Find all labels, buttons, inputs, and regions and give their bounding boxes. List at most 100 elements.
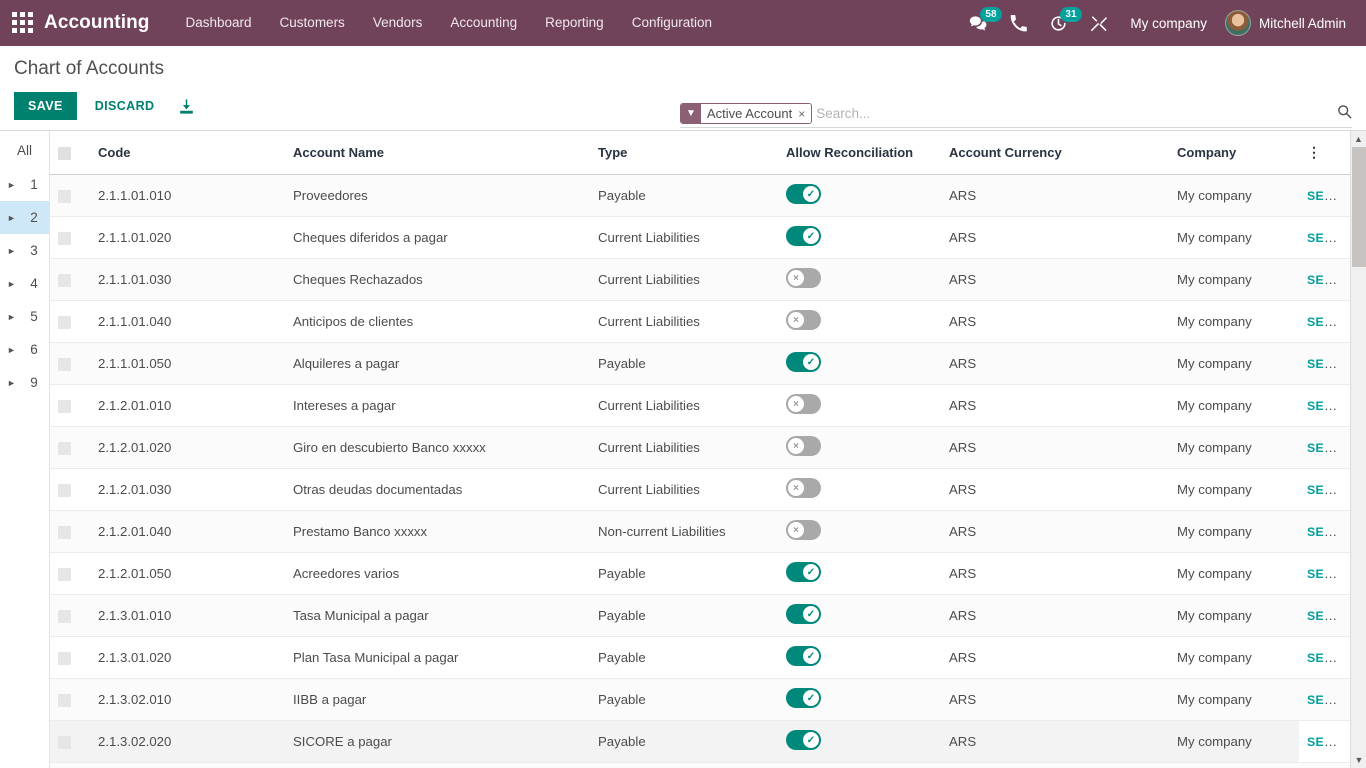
cell-code[interactable]: 2.1.1.01.020 (90, 216, 285, 260)
search-input[interactable] (816, 106, 1329, 121)
row-checkbox[interactable] (58, 358, 71, 372)
menu-item-accounting[interactable]: Accounting (436, 0, 531, 46)
row-checkbox[interactable] (58, 274, 71, 288)
search-facet-active-account[interactable]: ▼ Active Account × (680, 103, 813, 124)
cell-type[interactable]: Payable (590, 174, 778, 218)
cell-code[interactable]: 2.1.3.02.020 (90, 720, 285, 764)
chevron-down-icon[interactable]: ▼ (1351, 752, 1366, 768)
phone-button[interactable] (999, 0, 1038, 46)
cell-currency[interactable]: ARS (941, 174, 1169, 218)
select-all-checkbox[interactable] (58, 147, 71, 161)
menu-item-vendors[interactable]: Vendors (359, 0, 437, 46)
cell-account-name[interactable]: Plan Tasa Municipal a pagar (285, 636, 590, 680)
cell-type[interactable]: Current Liabilities (590, 762, 778, 768)
menu-item-reporting[interactable]: Reporting (531, 0, 618, 46)
cell-company[interactable]: My company (1169, 510, 1299, 554)
reconciliation-toggle[interactable]: ✓ (786, 604, 821, 625)
cell-account-name[interactable]: Giro en descubierto Banco xxxxx (285, 426, 590, 470)
column-header-currency[interactable]: Account Currency (941, 131, 1169, 176)
column-header-name[interactable]: Account Name (285, 131, 590, 176)
developer-tools-button[interactable] (1079, 0, 1118, 46)
column-header-type[interactable]: Type (590, 131, 778, 176)
setup-button[interactable]: SETUP (1307, 566, 1350, 581)
cell-account-name[interactable]: Intereses a pagar (285, 384, 590, 428)
table-row[interactable]: 2.1.1.01.010 Proveedores Payable ✓ ARS My com… (50, 174, 1350, 218)
table-row[interactable]: 2.1.1.01.040 Anticipos de clientes Current… (50, 300, 1350, 344)
close-x-icon[interactable]: × (798, 104, 812, 123)
setup-button[interactable]: SETUP (1307, 440, 1350, 455)
row-checkbox[interactable] (58, 442, 71, 456)
sidebar-item-9[interactable]: ► 9 (0, 366, 49, 399)
cell-account-name[interactable]: Proveedores (285, 174, 590, 218)
row-checkbox[interactable] (58, 610, 71, 624)
reconciliation-toggle[interactable]: ✓ (786, 646, 821, 667)
cell-company[interactable]: My company (1169, 678, 1299, 722)
cell-company[interactable]: My company (1169, 300, 1299, 344)
import-download-icon[interactable] (178, 98, 195, 115)
column-header-reconciliation[interactable]: Allow Reconciliation (778, 131, 941, 176)
cell-code[interactable]: 2.1.2.01.030 (90, 468, 285, 512)
cell-account-name[interactable]: Otras deudas documentadas (285, 468, 590, 512)
setup-button[interactable]: SETUP (1307, 230, 1350, 245)
cell-account-name[interactable]: Retención IIBB CABA aplicada (285, 762, 590, 768)
cell-currency[interactable]: ARS (941, 258, 1169, 302)
column-header-code[interactable]: Code (90, 131, 285, 176)
setup-button[interactable]: SETUP (1307, 272, 1350, 287)
activities-button[interactable]: 31 (1038, 0, 1082, 46)
cell-currency[interactable]: ARS (941, 384, 1169, 428)
cell-account-name[interactable]: Cheques Rechazados (285, 258, 590, 302)
table-row[interactable]: 2.1.3.01.010 Tasa Municipal a pagar Payabl… (50, 594, 1350, 638)
cell-type[interactable]: Current Liabilities (590, 258, 778, 302)
cell-currency[interactable]: ARS (941, 300, 1169, 344)
table-row[interactable]: 2.1.2.01.020 Giro en descubierto Banco xx… (50, 426, 1350, 470)
cell-type[interactable]: Payable (590, 552, 778, 596)
setup-button[interactable]: SETUP (1307, 734, 1350, 749)
reconciliation-toggle[interactable]: ✓ (786, 688, 821, 709)
vertical-dots-options-icon[interactable]: ⋮ (1307, 144, 1321, 160)
cell-account-name[interactable]: Cheques diferidos a pagar (285, 216, 590, 260)
table-row[interactable]: 2.1.2.01.050 Acreedores varios Payable ✓ ARS… (50, 552, 1350, 596)
table-row[interactable]: 2.1.1.01.050 Alquileres a pagar Payable ✓ AR… (50, 342, 1350, 386)
messages-button[interactable]: 58 (958, 0, 1002, 46)
chevron-up-icon[interactable]: ▲ (1351, 131, 1366, 147)
cell-code[interactable]: 2.1.3.02.030 (90, 762, 285, 768)
menu-item-configuration[interactable]: Configuration (618, 0, 726, 46)
setup-button[interactable]: SETUP (1307, 356, 1350, 371)
sidebar-item-3[interactable]: ► 3 (0, 234, 49, 267)
column-header-company[interactable]: Company (1169, 131, 1299, 176)
search-magnifier-icon[interactable] (1329, 104, 1352, 123)
cell-account-name[interactable]: Tasa Municipal a pagar (285, 594, 590, 638)
setup-button[interactable]: SETUP (1307, 398, 1350, 413)
menu-item-customers[interactable]: Customers (266, 0, 359, 46)
cell-currency[interactable]: ARS (941, 552, 1169, 596)
cell-currency[interactable]: ARS (941, 468, 1169, 512)
cell-account-name[interactable]: SICORE a pagar (285, 720, 590, 764)
reconciliation-toggle[interactable]: ✓ (786, 352, 821, 373)
setup-button[interactable]: SETUP (1307, 524, 1350, 539)
row-checkbox[interactable] (58, 652, 71, 666)
table-row[interactable]: 2.1.3.01.020 Plan Tasa Municipal a pagar P… (50, 636, 1350, 680)
table-row[interactable]: 2.1.2.01.010 Intereses a pagar Current Lia… (50, 384, 1350, 428)
cell-code[interactable]: 2.1.2.01.010 (90, 384, 285, 428)
row-checkbox[interactable] (58, 400, 71, 414)
cell-code[interactable]: 2.1.2.01.020 (90, 426, 285, 470)
cell-currency[interactable]: ARS (941, 426, 1169, 470)
table-row[interactable]: 2.1.2.01.040 Prestamo Banco xxxxx Non-curr… (50, 510, 1350, 554)
row-checkbox[interactable] (58, 190, 71, 204)
reconciliation-toggle[interactable]: ✓ (786, 730, 821, 751)
sidebar-item-1[interactable]: ► 1 (0, 168, 49, 201)
cell-currency[interactable]: ARS (941, 594, 1169, 638)
reconciliation-toggle[interactable]: ✓ (786, 226, 821, 247)
cell-company[interactable]: My company (1169, 216, 1299, 260)
vertical-scrollbar[interactable]: ▲ ▼ (1350, 131, 1366, 768)
user-menu[interactable]: Mitchell Admin (1219, 10, 1356, 36)
cell-code[interactable]: 2.1.2.01.040 (90, 510, 285, 554)
reconciliation-toggle[interactable]: × (786, 436, 821, 457)
save-button[interactable]: SAVE (14, 92, 77, 120)
reconciliation-toggle[interactable]: × (786, 394, 821, 415)
sidebar-item-all[interactable]: All (0, 137, 49, 168)
table-row[interactable]: 2.1.1.01.030 Cheques Rechazados Current Li… (50, 258, 1350, 302)
sidebar-item-4[interactable]: ► 4 (0, 267, 49, 300)
cell-account-name[interactable]: IIBB a pagar (285, 678, 590, 722)
setup-button[interactable]: SETUP (1307, 608, 1350, 623)
